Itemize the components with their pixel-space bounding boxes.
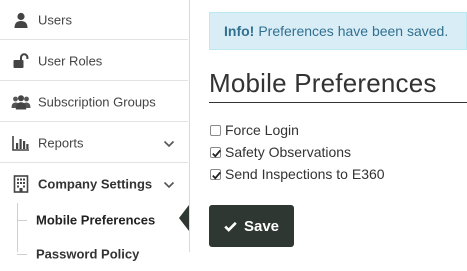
active-indicator-caret: [179, 205, 189, 231]
save-button-label: Save: [243, 217, 280, 235]
sidebar: Users User Roles Subscription Groups Rep…: [0, 0, 190, 262]
page-title: Mobile Preferences: [209, 68, 437, 98]
sidebar-item-label: Subscription Groups: [38, 94, 156, 109]
alert-message: Preferences have been saved.: [258, 23, 449, 39]
bar-chart-icon: [11, 133, 31, 153]
preference-safety-observations[interactable]: Safety Observations: [210, 143, 351, 161]
alert-strong: Info!: [224, 23, 255, 39]
users-group-icon: [11, 92, 31, 112]
sidebar-item-users[interactable]: Users: [0, 0, 188, 40]
save-button[interactable]: Save: [209, 205, 294, 247]
sidebar-item-label: User Roles: [38, 53, 103, 68]
checkmark-icon: [212, 171, 221, 180]
sidebar-subitem-password-policy[interactable]: Password Policy: [0, 237, 188, 271]
submenu-tree-branch: [17, 254, 27, 255]
building-icon: [11, 174, 31, 194]
chevron-down-icon: [163, 178, 175, 190]
preference-label: Safety Observations: [225, 144, 352, 160]
preference-label: Send Inspections to E360: [225, 166, 385, 182]
sidebar-item-company-settings[interactable]: Company Settings: [0, 164, 188, 204]
preference-label: Force Login: [225, 122, 299, 138]
preference-force-login[interactable]: Force Login: [210, 121, 299, 139]
checkmark-icon: [212, 149, 221, 158]
sidebar-item-label: Reports: [38, 135, 84, 150]
sidebar-subitem-label: Password Policy: [36, 246, 140, 262]
sidebar-subitem-label: Mobile Preferences: [36, 212, 156, 228]
info-alert: Info! Preferences have been saved.: [209, 12, 467, 50]
user-icon: [11, 10, 31, 30]
sidebar-item-label: Users: [38, 12, 72, 27]
sidebar-item-label: Company Settings: [38, 176, 153, 191]
unlock-icon: [11, 51, 31, 71]
check-icon: [224, 221, 237, 232]
sidebar-item-subscription-groups[interactable]: Subscription Groups: [0, 82, 188, 122]
sidebar-subitem-mobile-preferences[interactable]: Mobile Preferences: [0, 203, 188, 237]
preference-send-inspections[interactable]: Send Inspections to E360: [210, 165, 385, 183]
checkbox[interactable]: [210, 168, 221, 180]
checkbox[interactable]: [210, 124, 221, 136]
checkbox[interactable]: [210, 146, 221, 158]
title-divider: [209, 102, 467, 103]
sidebar-item-user-roles[interactable]: User Roles: [0, 41, 188, 81]
submenu-tree-branch: [17, 220, 27, 221]
chevron-down-icon: [163, 137, 175, 149]
sidebar-item-reports[interactable]: Reports: [0, 123, 188, 163]
